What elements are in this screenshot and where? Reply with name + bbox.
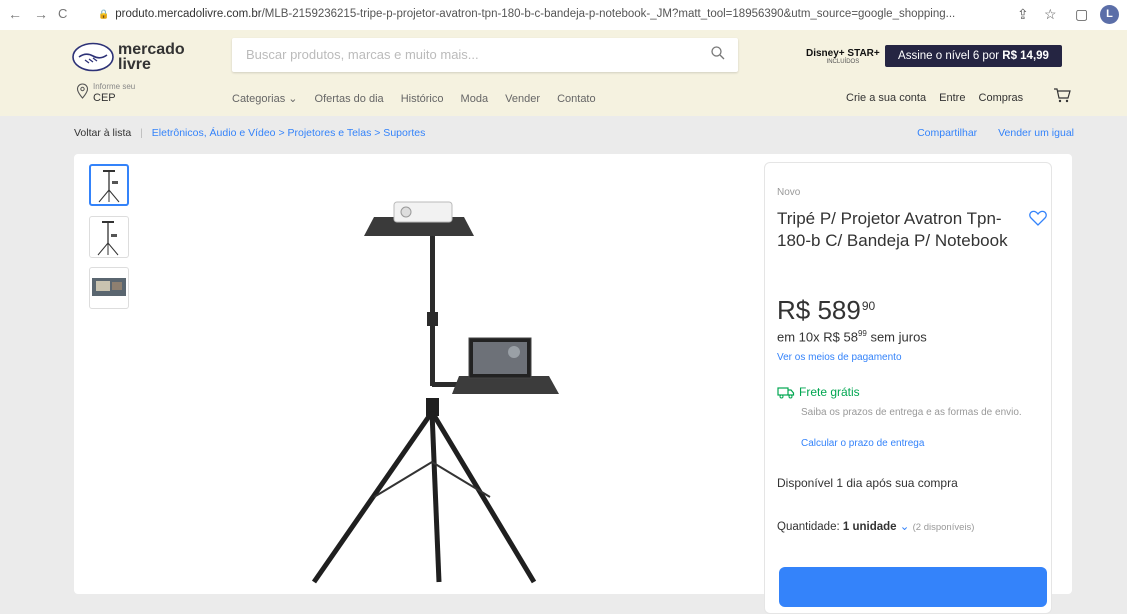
payment-methods-link[interactable]: Ver os meios de pagamento: [777, 352, 902, 363]
mercado-livre-logo[interactable]: mercado livre: [72, 40, 202, 78]
price-cents: 90: [861, 299, 876, 313]
price-integer: R$ 589: [777, 295, 861, 325]
url-path: /MLB-2159236215-tripe-p-projetor-avatron…: [261, 8, 956, 20]
nav-vender[interactable]: Vender: [505, 93, 540, 105]
nav-contato[interactable]: Contato: [557, 93, 596, 105]
nav-historico[interactable]: Histórico: [401, 93, 444, 105]
free-shipping: Frete grátis: [777, 385, 860, 399]
buy-now-button[interactable]: [779, 567, 1047, 607]
disney-star-badge[interactable]: Disney+ STAR+ INCLUÍDOS: [806, 48, 880, 65]
install-prefix: em 10x R$ 58: [777, 329, 858, 345]
buy-box: Novo Tripé P/ Projetor Avatron Tpn-180-b…: [764, 162, 1052, 614]
tab-icon[interactable]: ▢: [1075, 6, 1088, 23]
shipping-title: Frete grátis: [799, 385, 860, 399]
promo-text: Assine o nível 6 por: [898, 50, 1000, 62]
product-title: Tripé P/ Projetor Avatron Tpn-180-b C/ B…: [777, 209, 1008, 250]
cep-label: CEP: [93, 92, 116, 104]
breadcrumb: Voltar à lista | Eletrônicos, Áudio e Ví…: [74, 127, 1074, 139]
thumbnail-3[interactable]: [89, 267, 129, 309]
category-path[interactable]: Eletrônicos, Áudio e Vídeo > Projetores …: [152, 127, 426, 139]
forward-icon[interactable]: →: [34, 6, 48, 22]
search-input[interactable]: [244, 46, 688, 63]
account-nav: Crie a sua conta Entre Compras: [846, 92, 1033, 104]
install-suffix: sem juros: [866, 329, 927, 345]
address-bar[interactable]: 🔒 produto.mercadolivre.com.br/MLB-2159236…: [98, 8, 955, 20]
calculate-delivery-link[interactable]: Calcular o prazo de entrega: [801, 438, 924, 449]
create-account-link[interactable]: Crie a sua conta: [846, 92, 926, 104]
location-pin-icon: [76, 83, 89, 104]
share-link[interactable]: Compartilhar: [917, 127, 977, 139]
reload-icon[interactable]: C: [58, 6, 67, 21]
product-card: Novo Tripé P/ Projetor Avatron Tpn-180-b…: [74, 154, 1072, 614]
thumbnail-2[interactable]: [89, 216, 129, 258]
purchases-link[interactable]: Compras: [979, 92, 1024, 104]
browser-toolbar: ← → C 🔒 produto.mercadolivre.com.br/MLB-2…: [0, 0, 1127, 31]
search-box: [232, 38, 738, 72]
nav-moda[interactable]: Moda: [461, 93, 489, 105]
login-link[interactable]: Entre: [939, 92, 965, 104]
logo-text-line1: mercado: [118, 41, 185, 58]
main-nav: Categorias ⌄ Ofertas do dia Histórico Mo…: [232, 92, 610, 105]
disney-included: INCLUÍDOS: [826, 59, 860, 65]
chevron-down-icon: ⌄: [899, 521, 910, 533]
condition-label: Novo: [777, 187, 801, 198]
lock-icon: 🔒: [98, 9, 110, 19]
installments: em 10x R$ 5899 sem juros: [777, 329, 927, 344]
quantity-value: 1 unidade: [842, 521, 897, 533]
favorite-heart-icon[interactable]: [1029, 210, 1047, 231]
quantity-selector[interactable]: Quantidade: 1 unidade ⌄ (2 disponíveis): [777, 519, 974, 533]
truck-icon: [777, 387, 795, 399]
cep-caption: Informe seu: [93, 82, 136, 91]
subscription-promo-button[interactable]: Assine o nível 6 por R$ 14,99: [885, 45, 1062, 67]
availability: Disponível 1 dia após sua compra: [777, 476, 958, 490]
share-icon[interactable]: ⇪: [1017, 6, 1029, 23]
profile-avatar[interactable]: L: [1100, 5, 1119, 24]
handshake-logo-icon: [72, 42, 114, 72]
shipping-info: Saiba os prazos de entrega e as formas d…: [801, 407, 1022, 418]
back-to-list-link[interactable]: Voltar à lista: [74, 127, 131, 139]
nav-categorias[interactable]: Categorias ⌄: [232, 93, 297, 105]
search-icon[interactable]: [710, 45, 726, 66]
back-icon[interactable]: ←: [8, 6, 22, 22]
star-icon[interactable]: ☆: [1044, 6, 1057, 23]
logo-text-line2: livre: [118, 56, 151, 73]
promo-price: R$ 14,99: [1002, 50, 1049, 62]
quantity-label: Quantidade:: [777, 521, 840, 533]
breadcrumb-separator: |: [140, 127, 143, 139]
quantity-available: (2 disponíveis): [912, 522, 975, 533]
url-host: produto.mercadolivre.com.br: [115, 8, 262, 20]
sell-same-link[interactable]: Vender um igual: [998, 127, 1074, 139]
site-header: mercadolivre Disney+ STAR+ INCLUÍDOS Ass…: [0, 30, 1127, 116]
cart-icon[interactable]: [1053, 87, 1071, 108]
price: R$ 58990: [777, 295, 875, 326]
product-main-image[interactable]: [264, 162, 584, 597]
nav-ofertas[interactable]: Ofertas do dia: [315, 93, 384, 105]
install-cents: 99: [857, 329, 867, 338]
disney-label: Disney+ STAR+: [806, 48, 880, 59]
thumbnail-1[interactable]: [89, 164, 129, 206]
